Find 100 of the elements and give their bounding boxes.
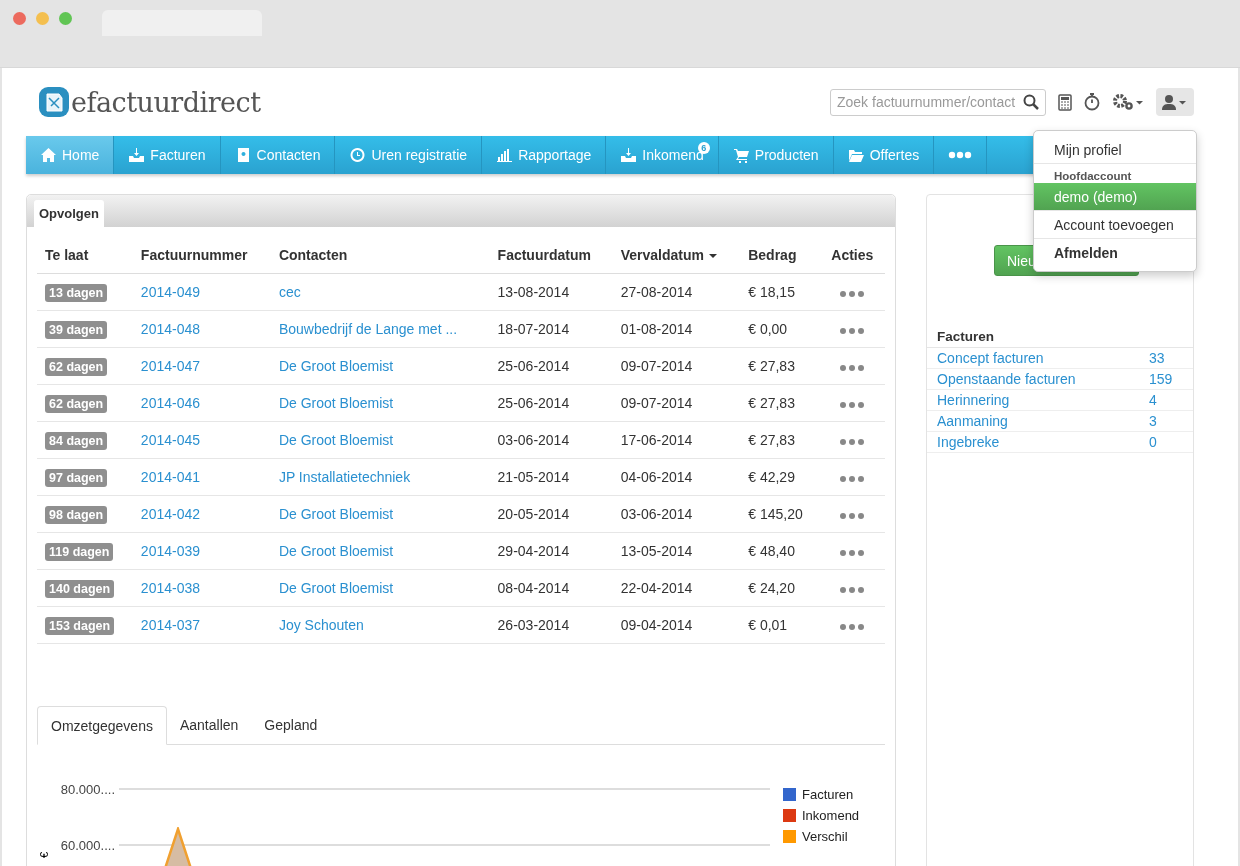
nav-tab[interactable]: Contacten	[220, 136, 336, 174]
sort-caret-icon[interactable]	[707, 253, 718, 260]
nav-tab[interactable]: Rapportage	[482, 136, 607, 174]
due-date: 09-07-2014	[620, 358, 693, 374]
calculator-icon[interactable]	[1058, 93, 1072, 111]
sidebar-link[interactable]: Aanmaning	[937, 413, 1008, 429]
more-icon[interactable]	[840, 624, 865, 630]
legend-label: Verschil	[802, 829, 848, 844]
more-icon[interactable]	[840, 476, 865, 482]
overdue-badge: 62 dagen	[45, 395, 108, 413]
menu-item[interactable]: Mijn profiel	[1034, 136, 1196, 163]
invoice-link[interactable]: 2014-038	[140, 580, 201, 596]
invoice-link[interactable]: 2014-045	[140, 432, 201, 448]
sidebar-link[interactable]: Ingebreke	[937, 434, 1000, 450]
amount: € 48,40	[748, 543, 795, 559]
amount: € 0,01	[748, 617, 788, 633]
more-icon[interactable]	[840, 402, 865, 408]
sidebar-link[interactable]: Herinnering	[937, 392, 1010, 408]
menu-item[interactable]: Afmelden	[1034, 238, 1196, 266]
y-tick-label: 60.000....	[59, 837, 115, 853]
user-menu-button[interactable]	[1156, 88, 1194, 116]
column-header[interactable]: Factuurnummer	[132, 237, 271, 274]
overdue-badge: 119 dagen	[45, 543, 114, 561]
count-link[interactable]: 0	[1149, 434, 1179, 450]
contact-link[interactable]: De Groot Bloemist	[278, 432, 394, 448]
count-link[interactable]: 3	[1149, 413, 1179, 429]
amount: € 0,00	[748, 321, 788, 337]
minimize-dot-icon[interactable]	[36, 12, 49, 25]
invoice-link[interactable]: 2014-049	[140, 284, 201, 300]
overdue-badge: 140 dagen	[45, 580, 115, 598]
count-link[interactable]: 4	[1149, 392, 1179, 408]
menu-item[interactable]: Account toevoegen	[1034, 210, 1196, 238]
logo-text: efactuurdirect	[71, 86, 261, 118]
invoice-date: 25-06-2014	[497, 395, 570, 411]
invoice-date: 13-08-2014	[497, 284, 570, 300]
contact-link[interactable]: De Groot Bloemist	[278, 580, 394, 596]
column-header[interactable]: Te laat	[37, 237, 133, 274]
chart-tab[interactable]: Omzetgegevens	[37, 706, 167, 745]
sidebar-link[interactable]: Concept facturen	[937, 350, 1044, 366]
due-date: 22-04-2014	[620, 580, 693, 596]
gear-icon[interactable]	[1112, 93, 1144, 111]
more-icon[interactable]	[840, 587, 865, 593]
nav-tab[interactable]: Offertes	[833, 136, 935, 174]
maximize-dot-icon[interactable]	[59, 12, 72, 25]
close-dot-icon[interactable]	[13, 12, 26, 25]
more-icon[interactable]	[840, 550, 865, 556]
more-icon[interactable]	[948, 151, 973, 159]
more-icon[interactable]	[840, 439, 865, 445]
amount: € 27,83	[748, 395, 795, 411]
due-date: 01-08-2014	[620, 321, 693, 337]
contact-link[interactable]: cec	[278, 284, 301, 300]
invoice-link[interactable]: 2014-039	[140, 543, 201, 559]
due-date: 13-05-2014	[620, 543, 693, 559]
invoice-link[interactable]: 2014-048	[140, 321, 201, 337]
panel-tab[interactable]: Opvolgen	[34, 200, 104, 227]
column-header[interactable]: Factuurdatum	[489, 237, 613, 274]
invoice-date: 03-06-2014	[497, 432, 570, 448]
contact-link[interactable]: De Groot Bloemist	[278, 395, 394, 411]
more-icon[interactable]	[840, 328, 865, 334]
count-link[interactable]: 159	[1149, 371, 1179, 387]
invoice-link[interactable]: 2014-047	[140, 358, 201, 374]
bar-chart-icon	[496, 147, 514, 163]
contact-link[interactable]: Joy Schouten	[278, 617, 364, 633]
search-field[interactable]: Zoek factuurnummer/contact	[830, 88, 1046, 116]
more-icon[interactable]	[840, 513, 865, 519]
contact-link[interactable]: De Groot Bloemist	[278, 506, 394, 522]
contact-link[interactable]: De Groot Bloemist	[278, 358, 394, 374]
chart-tab[interactable]: Aantallen	[166, 706, 252, 744]
invoice-link[interactable]: 2014-041	[140, 469, 201, 485]
invoice-link[interactable]: 2014-037	[140, 617, 201, 633]
nav-tab[interactable]: Home	[26, 136, 115, 174]
menu-item[interactable]: demo (demo)	[1034, 183, 1196, 210]
nav-tab[interactable]: Facturen	[114, 136, 221, 174]
home-icon	[40, 147, 57, 163]
column-header[interactable]: Bedrag	[740, 237, 820, 274]
y-axis-label: €	[38, 851, 51, 859]
more-icon[interactable]	[840, 365, 865, 371]
sidebar-link[interactable]: Openstaande facturen	[937, 371, 1076, 387]
nav-tab[interactable]: Uren registratie	[335, 136, 483, 174]
more-icon[interactable]	[840, 291, 865, 297]
amount: € 24,20	[748, 580, 795, 596]
search-icon[interactable]	[1023, 94, 1039, 110]
contact-link[interactable]: Bouwbedrijf de Lange met ...	[278, 321, 458, 337]
contact-link[interactable]: JP Installatietechniek	[278, 469, 411, 485]
invoice-date: 18-07-2014	[497, 321, 570, 337]
folder-icon	[847, 147, 865, 163]
invoice-link[interactable]: 2014-046	[140, 395, 201, 411]
stopwatch-icon[interactable]	[1084, 93, 1100, 111]
clock-icon	[349, 147, 367, 163]
column-header[interactable]: Contacten	[270, 237, 490, 274]
invoice-date: 08-04-2014	[497, 580, 570, 596]
invoice-date: 25-06-2014	[497, 358, 570, 374]
invoice-link[interactable]: 2014-042	[140, 506, 201, 522]
chart-tab[interactable]: Gepland	[251, 706, 331, 744]
contact-link[interactable]: De Groot Bloemist	[278, 543, 394, 559]
nav-tab[interactable]: Producten	[718, 136, 834, 174]
column-header[interactable]: Acties	[819, 237, 885, 274]
amount: € 27,83	[748, 432, 795, 448]
column-header[interactable]: Vervaldatum	[612, 237, 741, 274]
count-link[interactable]: 33	[1149, 350, 1179, 366]
